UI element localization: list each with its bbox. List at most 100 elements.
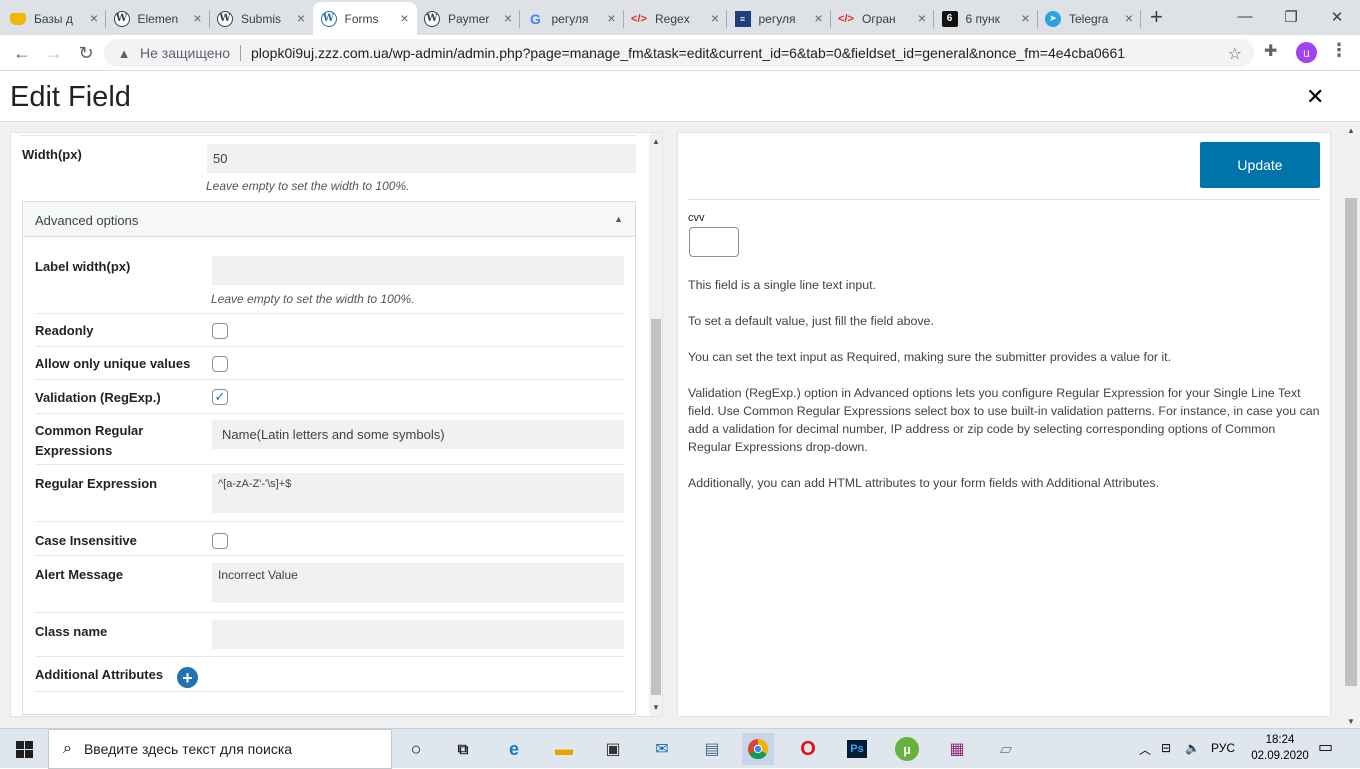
caret-up-icon[interactable]: ▲	[614, 214, 623, 224]
security-label[interactable]: Не защищено	[140, 45, 230, 61]
divider	[35, 464, 624, 465]
network-icon[interactable]: ⊟	[1161, 741, 1171, 755]
browser-tab[interactable]: 6 6 пунк ×	[934, 2, 1038, 35]
browser-tab[interactable]: W Forms ×	[312, 2, 417, 35]
cortana-icon[interactable]: ○	[400, 733, 432, 765]
chrome-icon[interactable]	[742, 733, 774, 765]
divider	[35, 691, 624, 692]
scroll-down-icon[interactable]: ▼	[1347, 717, 1355, 726]
scroll-down-icon[interactable]: ▼	[652, 703, 660, 712]
update-button[interactable]: Update	[1200, 142, 1320, 188]
taskbar-search[interactable]: ⌕ Введите здесь текст для поиска	[48, 729, 392, 769]
browser-tab[interactable]: </> Regex ×	[623, 2, 727, 35]
volume-icon[interactable]: 🔈	[1185, 741, 1200, 755]
edge-icon[interactable]: e	[498, 733, 530, 765]
reload-icon[interactable]: ↻	[74, 41, 98, 65]
preview-text-input[interactable]	[689, 227, 739, 257]
omnibox-divider	[240, 45, 241, 61]
tab-close-icon[interactable]: ×	[711, 11, 719, 25]
browser-tab[interactable]: </> Огран ×	[830, 2, 934, 35]
system-clock[interactable]: 18:24 02.09.2020	[1250, 732, 1310, 764]
readonly-label: Readonly	[35, 323, 94, 338]
browser-tab[interactable]: Gрегуля ×	[520, 2, 624, 35]
add-attribute-button[interactable]: +	[177, 667, 198, 688]
minimize-button[interactable]: —	[1222, 0, 1268, 33]
alert-message-textarea[interactable]: Incorrect Value	[212, 563, 624, 603]
regex-textarea[interactable]: ^[a-zA-Z'-'\s]+$	[212, 473, 624, 513]
tab-close-icon[interactable]: ×	[90, 11, 98, 25]
tab-close-icon[interactable]: ×	[504, 11, 512, 25]
store-icon[interactable]: ▣	[597, 733, 629, 765]
tab-title: 6 пунк	[965, 11, 1000, 26]
utorrent-icon[interactable]: µ	[891, 733, 923, 765]
validation-label: Validation (RegExp.)	[35, 390, 161, 405]
page-scrollbar[interactable]: ▲ ▼	[1342, 122, 1360, 728]
browser-menu-icon[interactable]: ⋮	[1330, 40, 1348, 61]
file-explorer-icon[interactable]: ▬	[548, 733, 580, 765]
language-indicator[interactable]: РУС	[1211, 741, 1235, 755]
forward-icon[interactable]: →	[42, 41, 66, 65]
scroll-up-icon[interactable]: ▲	[1347, 126, 1355, 135]
browser-tab[interactable]: W Submis ×	[209, 2, 313, 35]
panel-scrollbar[interactable]: ▲ ▼	[649, 133, 662, 716]
close-window-button[interactable]: ✕	[1314, 0, 1360, 33]
restore-button[interactable]: ❐	[1268, 0, 1314, 33]
tab-separator	[1140, 10, 1141, 28]
back-icon[interactable]: ←	[10, 41, 34, 65]
tray-chevron-icon[interactable]: ︿	[1139, 741, 1151, 758]
winrar-icon[interactable]: ▦	[941, 733, 973, 765]
field-settings-panel: Width(px) Leave empty to set the width t…	[10, 132, 663, 717]
unique-values-checkbox[interactable]	[212, 356, 228, 372]
browser-toolbar: ← → ↻ ▲ Не защищено plopk0i9uj.zzz.com.u…	[0, 35, 1360, 71]
scrollbar-thumb[interactable]	[1345, 198, 1357, 686]
tab-close-icon[interactable]: ×	[607, 11, 615, 25]
edit-field-header: Edit Field ✕	[0, 72, 1360, 122]
task-view-icon[interactable]: ⧉	[447, 733, 479, 765]
readonly-checkbox[interactable]	[212, 323, 228, 339]
browser-tab[interactable]: W Elemen ×	[106, 2, 210, 35]
tab-title: Forms	[344, 11, 379, 26]
tab-close-icon[interactable]: ×	[297, 11, 305, 25]
opera-icon[interactable]: O	[792, 733, 824, 765]
browser-tab[interactable]: ≡ регуля ×	[727, 2, 831, 35]
tab-close-icon[interactable]: ×	[400, 11, 408, 25]
common-regex-select[interactable]: Name(Latin letters and some symbols)	[212, 420, 624, 449]
windows-logo-icon	[15, 740, 33, 758]
warning-icon[interactable]: ▲	[116, 45, 132, 61]
start-button[interactable]	[0, 729, 48, 769]
tab-close-icon[interactable]: ×	[1125, 11, 1133, 25]
divider	[35, 555, 624, 556]
notepad-app-icon[interactable]: ▱	[990, 733, 1022, 765]
class-name-input[interactable]	[212, 620, 624, 649]
bookmark-star-icon[interactable]: ☆	[1228, 44, 1242, 64]
new-tab-button[interactable]: +	[1150, 6, 1163, 28]
url-text[interactable]: plopk0i9uj.zzz.com.ua/wp-admin/admin.php…	[251, 45, 1125, 61]
label-width-input[interactable]	[212, 256, 624, 285]
browser-tab[interactable]: ➤ Telegra ×	[1037, 2, 1141, 35]
profile-avatar[interactable]: u	[1296, 42, 1317, 63]
network-app-icon[interactable]: ▤	[696, 733, 728, 765]
close-icon[interactable]: ✕	[1306, 84, 1324, 110]
scroll-up-icon[interactable]: ▲	[652, 137, 660, 146]
tab-close-icon[interactable]: ×	[193, 11, 201, 25]
alert-message-label: Alert Message	[35, 567, 124, 582]
tab-close-icon[interactable]: ×	[1021, 11, 1029, 25]
advanced-options-toggle[interactable]: Advanced options ▲	[23, 202, 635, 237]
wordpress-icon: W	[424, 10, 440, 27]
width-input[interactable]	[207, 144, 636, 173]
browser-tab[interactable]: Базы д ×	[2, 2, 106, 35]
stackoverflow-icon: ≡	[734, 10, 751, 27]
validation-checkbox[interactable]: ✓	[212, 389, 228, 405]
browser-tab[interactable]: W Paymer ×	[416, 2, 520, 35]
divider	[35, 379, 624, 380]
tab-close-icon[interactable]: ×	[918, 11, 926, 25]
tab-title: регуля	[758, 11, 796, 26]
case-insensitive-checkbox[interactable]	[212, 533, 228, 549]
address-bar[interactable]: ▲ Не защищено plopk0i9uj.zzz.com.ua/wp-a…	[104, 39, 1254, 67]
photoshop-icon[interactable]: Ps	[841, 733, 873, 765]
notifications-icon[interactable]: ▭	[1318, 737, 1333, 757]
extensions-icon[interactable]: ✚	[1264, 41, 1277, 61]
mail-icon[interactable]: ✉	[646, 733, 678, 765]
scrollbar-thumb[interactable]	[651, 319, 661, 695]
tab-close-icon[interactable]: ×	[814, 11, 822, 25]
